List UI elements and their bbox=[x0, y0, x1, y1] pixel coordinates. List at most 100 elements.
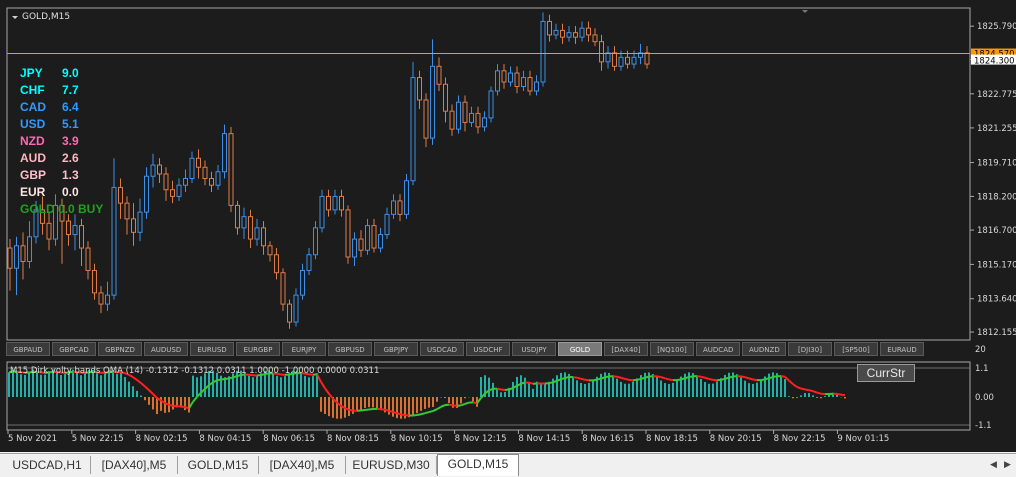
symbol-button[interactable]: USDCHF bbox=[466, 342, 510, 356]
signal-line-segment bbox=[684, 376, 690, 380]
signal-line-segment bbox=[656, 375, 662, 379]
symbol-button[interactable]: GOLD bbox=[558, 342, 602, 356]
candle-body bbox=[150, 164, 156, 177]
price-chart[interactable]: GOLD,M15 1825.790 1824.300 1822.775 1821.255… bbox=[0, 0, 1016, 452]
price-level-label: 1821.255 bbox=[977, 124, 1016, 134]
candle-body bbox=[287, 303, 292, 323]
chart-tab[interactable]: USDCAD,H1 bbox=[4, 456, 91, 474]
chart-window[interactable]: GOLD,M15 1825.790 1824.300 1822.775 1821.255… bbox=[0, 0, 1016, 452]
tab-scroll-left-icon[interactable]: ◀ bbox=[990, 459, 997, 470]
chart-title: GOLD,M15 bbox=[22, 12, 70, 22]
symbol-button[interactable]: [DJI30] bbox=[788, 342, 832, 356]
chart-tab[interactable]: GOLD,M15 bbox=[437, 454, 519, 476]
time-label: 8 Nov 14:15 bbox=[518, 434, 570, 444]
candle-body bbox=[313, 227, 318, 256]
candle-body bbox=[319, 195, 325, 229]
signal-line-segment bbox=[676, 378, 682, 382]
candle-body bbox=[157, 164, 162, 175]
candle-body bbox=[436, 65, 442, 85]
indicator-level-label: 0.00 bbox=[975, 393, 994, 403]
candle-body bbox=[618, 56, 624, 67]
candle-body bbox=[222, 133, 227, 173]
candle-body bbox=[111, 186, 117, 296]
signal-line-segment bbox=[812, 390, 818, 394]
indicator-level-label: -1.1 bbox=[975, 421, 992, 431]
signal-line-segment bbox=[520, 381, 526, 385]
candle-body bbox=[410, 77, 416, 182]
signal-line-segment bbox=[808, 389, 814, 393]
signal-line-segment bbox=[360, 409, 366, 412]
time-label: 8 Nov 10:15 bbox=[391, 434, 443, 444]
signal-line-segment bbox=[680, 377, 686, 381]
candle-body bbox=[404, 180, 409, 215]
candle-body bbox=[449, 110, 455, 130]
signal-line-segment bbox=[704, 376, 710, 380]
signal-line-segment bbox=[388, 409, 394, 413]
symbol-button[interactable]: [NQ100] bbox=[650, 342, 694, 356]
candle-body bbox=[475, 112, 481, 128]
time-label: 8 Nov 20:15 bbox=[710, 434, 762, 444]
candle-body bbox=[345, 209, 351, 258]
signal-line-segment bbox=[752, 378, 758, 382]
chart-tab[interactable]: [DAX40],M5 bbox=[259, 456, 346, 474]
candle-body bbox=[228, 133, 234, 206]
gold-signal-label: GOLD 0.0 BUY bbox=[20, 202, 103, 216]
symbol-button[interactable]: GBPAUD bbox=[6, 342, 50, 356]
chart-tab[interactable]: [DAX40],M5 bbox=[91, 456, 178, 474]
candle-body bbox=[501, 70, 507, 83]
candle-body bbox=[235, 204, 240, 229]
price-level-label: 1819.710 bbox=[977, 159, 1016, 169]
signal-line-segment bbox=[420, 412, 426, 416]
chart-tab[interactable]: GOLD,M15 bbox=[178, 456, 259, 474]
candle-body bbox=[241, 216, 247, 229]
symbol-button[interactable]: USDJPY bbox=[512, 342, 556, 356]
signal-line-segment bbox=[660, 376, 666, 380]
symbol-button[interactable]: EURJPY bbox=[282, 342, 326, 356]
symbol-button[interactable]: GBPNZD bbox=[98, 342, 142, 356]
symbol-button[interactable]: [DAX40] bbox=[604, 342, 648, 356]
candle-body bbox=[189, 157, 195, 179]
symbol-button[interactable]: GBPJPY bbox=[374, 342, 418, 356]
symbol-button[interactable]: GBPCAD bbox=[52, 342, 96, 356]
price-level-label: 1815.170 bbox=[977, 260, 1016, 270]
chart-tab-bar: USDCAD,H1 [DAX40],M5 GOLD,M15 [DAX40],M5 EUR… bbox=[0, 453, 1016, 477]
candle-body bbox=[397, 200, 403, 215]
signal-line-segment bbox=[840, 393, 846, 397]
symbol-button[interactable]: AUDNZD bbox=[742, 342, 786, 356]
signal-line-segment bbox=[216, 378, 222, 382]
signal-line-segment bbox=[616, 375, 622, 379]
chart-tab[interactable]: EURUSD,M30 bbox=[346, 456, 437, 474]
signal-line-segment bbox=[576, 376, 582, 380]
candle-body bbox=[521, 77, 526, 88]
candle-body bbox=[462, 101, 468, 123]
candle-body bbox=[540, 20, 546, 83]
signal-line-segment bbox=[528, 381, 534, 385]
signal-line-segment bbox=[452, 404, 458, 407]
symbol-button[interactable]: EURAUD bbox=[880, 342, 924, 356]
candle-body bbox=[508, 72, 513, 83]
strength-value: 7.7 bbox=[62, 83, 79, 97]
symbol-button[interactable]: AUDCAD bbox=[696, 342, 740, 356]
signal-line-segment bbox=[748, 377, 754, 381]
signal-line-segment bbox=[416, 413, 422, 417]
signal-line-segment bbox=[464, 401, 470, 405]
symbol-button[interactable]: EURUSD bbox=[190, 342, 234, 356]
strength-currency: NZD bbox=[20, 134, 45, 148]
time-label: 8 Nov 06:15 bbox=[263, 434, 315, 444]
symbol-button[interactable]: [SP500] bbox=[834, 342, 878, 356]
strength-value: 9.0 bbox=[62, 66, 79, 80]
signal-line-segment bbox=[740, 375, 746, 379]
currstr-button[interactable]: CurrStr bbox=[857, 364, 915, 382]
symbol-button[interactable]: EURGBP bbox=[236, 342, 280, 356]
candle-body bbox=[300, 269, 305, 296]
candle-body bbox=[391, 200, 396, 215]
symbol-button[interactable]: AUDUSD bbox=[144, 342, 188, 356]
candle-body bbox=[605, 52, 611, 63]
symbol-button[interactable]: USDCAD bbox=[420, 342, 464, 356]
tab-scroll-right-icon[interactable]: ▶ bbox=[1004, 459, 1011, 470]
candle-body bbox=[547, 20, 552, 36]
symbol-button[interactable]: GBPUSD bbox=[328, 342, 372, 356]
candle-body bbox=[306, 254, 312, 271]
signal-line-segment bbox=[572, 376, 578, 379]
candle-body bbox=[456, 101, 461, 130]
